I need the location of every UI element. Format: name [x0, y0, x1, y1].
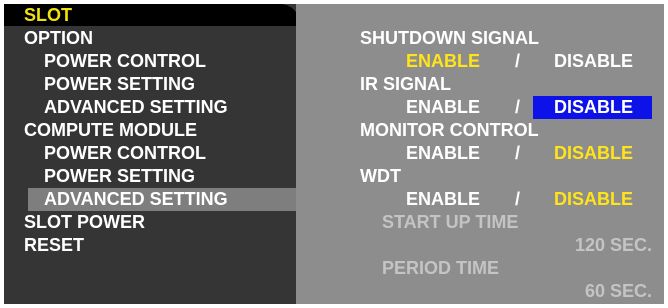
ir-signal-enable-option[interactable]: ENABLE [406, 96, 480, 119]
shutdown-signal-disable-option[interactable]: DISABLE [554, 50, 633, 73]
period-time-value[interactable]: 60 SEC. [585, 280, 652, 303]
menu-item-compute-power-control[interactable]: POWER CONTROL [44, 142, 206, 165]
ir-signal-separator: / [515, 97, 521, 117]
osd-menu: SLOT OPTION POWER CONTROL POWER SETTING … [4, 4, 664, 304]
monitor-control-disable-option[interactable]: DISABLE [554, 142, 633, 165]
monitor-control-enable-option[interactable]: ENABLE [406, 142, 480, 165]
ir-signal-title: IR SIGNAL [360, 74, 452, 94]
menu-item-option-advanced-setting[interactable]: ADVANCED SETTING [44, 96, 228, 119]
left-menu-panel: SLOT OPTION POWER CONTROL POWER SETTING … [4, 4, 300, 304]
header-curve [266, 4, 300, 26]
menu-item-reset[interactable]: RESET [24, 234, 84, 257]
menu-item-compute-advanced-setting[interactable]: ADVANCED SETTING [44, 188, 228, 211]
wdt-title: WDT [360, 166, 401, 186]
period-time-label: PERIOD TIME [382, 258, 500, 278]
monitor-control-separator: / [515, 143, 521, 163]
menu-item-compute-power-setting[interactable]: POWER SETTING [44, 165, 195, 188]
menu-item-option-power-control[interactable]: POWER CONTROL [44, 50, 206, 73]
start-up-time-value[interactable]: 120 SEC. [575, 234, 652, 257]
shutdown-signal-enable-option[interactable]: ENABLE [406, 50, 480, 73]
menu-item-slot-power[interactable]: SLOT POWER [24, 211, 145, 234]
menu-item-option-power-setting[interactable]: POWER SETTING [44, 73, 195, 96]
slot-header-label: SLOT [24, 5, 72, 25]
menu-item-option[interactable]: OPTION [24, 27, 93, 50]
settings-panel: SHUTDOWN SIGNAL ENABLE / DISABLE IR SIGN… [296, 4, 664, 304]
shutdown-signal-title: SHUTDOWN SIGNAL [360, 28, 539, 48]
wdt-separator: / [515, 189, 521, 209]
menu-item-compute-module[interactable]: COMPUTE MODULE [24, 119, 197, 142]
wdt-disable-option[interactable]: DISABLE [554, 188, 633, 211]
slot-header-tab: SLOT [4, 4, 300, 26]
monitor-control-title: MONITOR CONTROL [360, 120, 539, 140]
ir-signal-disable-option[interactable]: DISABLE [533, 96, 652, 119]
shutdown-signal-separator: / [515, 51, 521, 71]
wdt-enable-option[interactable]: ENABLE [406, 188, 480, 211]
start-up-time-label: START UP TIME [382, 212, 519, 232]
